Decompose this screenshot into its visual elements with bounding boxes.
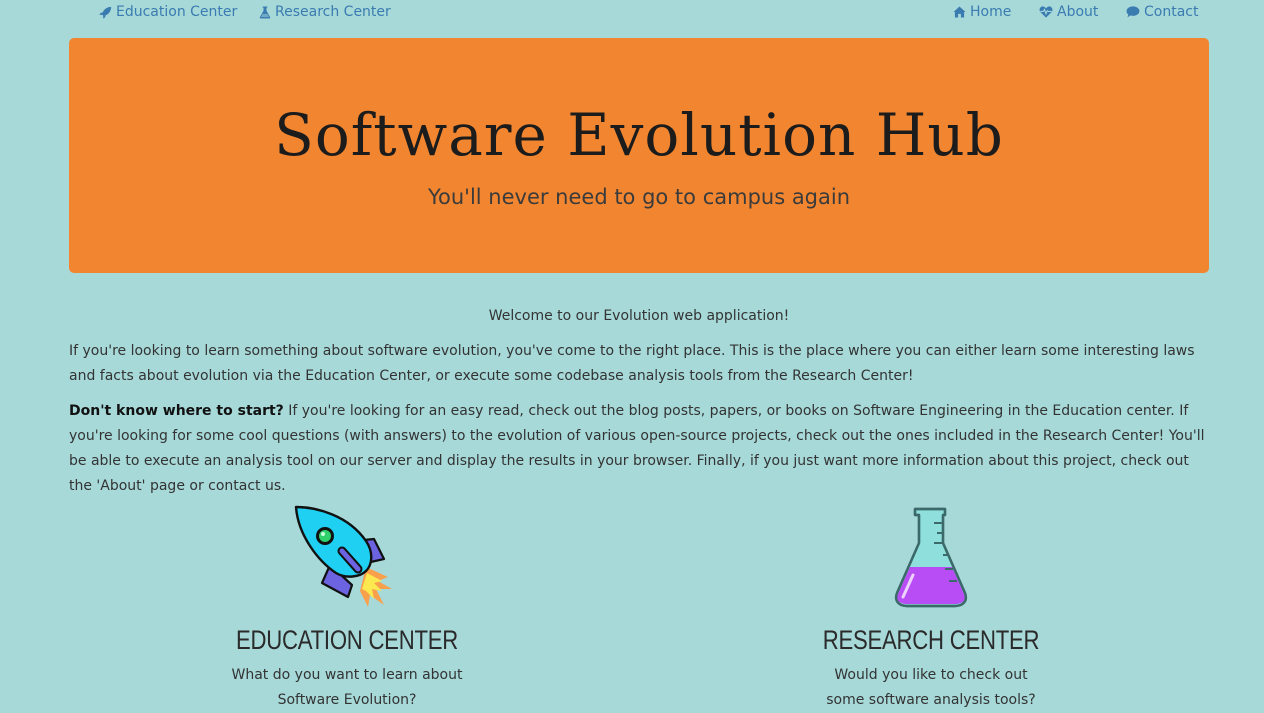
nav-link-home[interactable]: Home — [953, 4, 1011, 20]
nav-education-label: Education Center — [116, 4, 238, 20]
flask-icon[interactable] — [891, 505, 971, 609]
feature-description-research: Would you like to check out some softwar… — [826, 667, 1036, 708]
home-icon — [953, 6, 966, 18]
nav-contact-label: Contact — [1144, 4, 1199, 20]
intro-paragraph: If you're looking to learn something abo… — [69, 343, 1195, 384]
rocket-icon — [99, 6, 112, 19]
feature-title-education: EDUCATION CENTER — [236, 625, 458, 655]
feature-research-center[interactable]: RESEARCH CENTER Would you like to check … — [721, 505, 1141, 713]
hero-banner: Software Evolution Hub You'll never need… — [69, 38, 1209, 273]
top-navbar: Education Center Research Center Home Ab… — [0, 0, 1264, 26]
nav-research-label: Research Center — [275, 4, 391, 20]
rocket-icon[interactable] — [292, 505, 402, 609]
feature-education-center[interactable]: EDUCATION CENTER What do you want to lea… — [137, 505, 557, 713]
feature-description-education: What do you want to learn about Software… — [231, 667, 463, 708]
nav-home-label: Home — [970, 4, 1012, 20]
flask-icon — [259, 5, 271, 19]
nav-link-education-center[interactable]: Education Center — [99, 4, 237, 20]
welcome-text: Welcome to our Evolution web application… — [488, 308, 790, 324]
nav-about-label: About — [1057, 4, 1099, 20]
nav-link-research-center[interactable]: Research Center — [259, 4, 391, 20]
getting-started-lead: Don't know where to start? — [69, 403, 284, 419]
nav-link-about[interactable]: About — [1039, 4, 1098, 20]
nav-link-contact[interactable]: Contact — [1126, 4, 1198, 20]
getting-started-paragraph: Don't know where to start? If you're loo… — [69, 399, 1209, 499]
feature-title-research: RESEARCH CENTER — [822, 625, 1040, 655]
page-title: Software Evolution Hub — [274, 101, 1004, 169]
hero-subtitle: You'll never need to go to campus again — [427, 185, 851, 209]
comment-icon — [1126, 6, 1140, 18]
heartbeat-icon — [1039, 6, 1053, 18]
